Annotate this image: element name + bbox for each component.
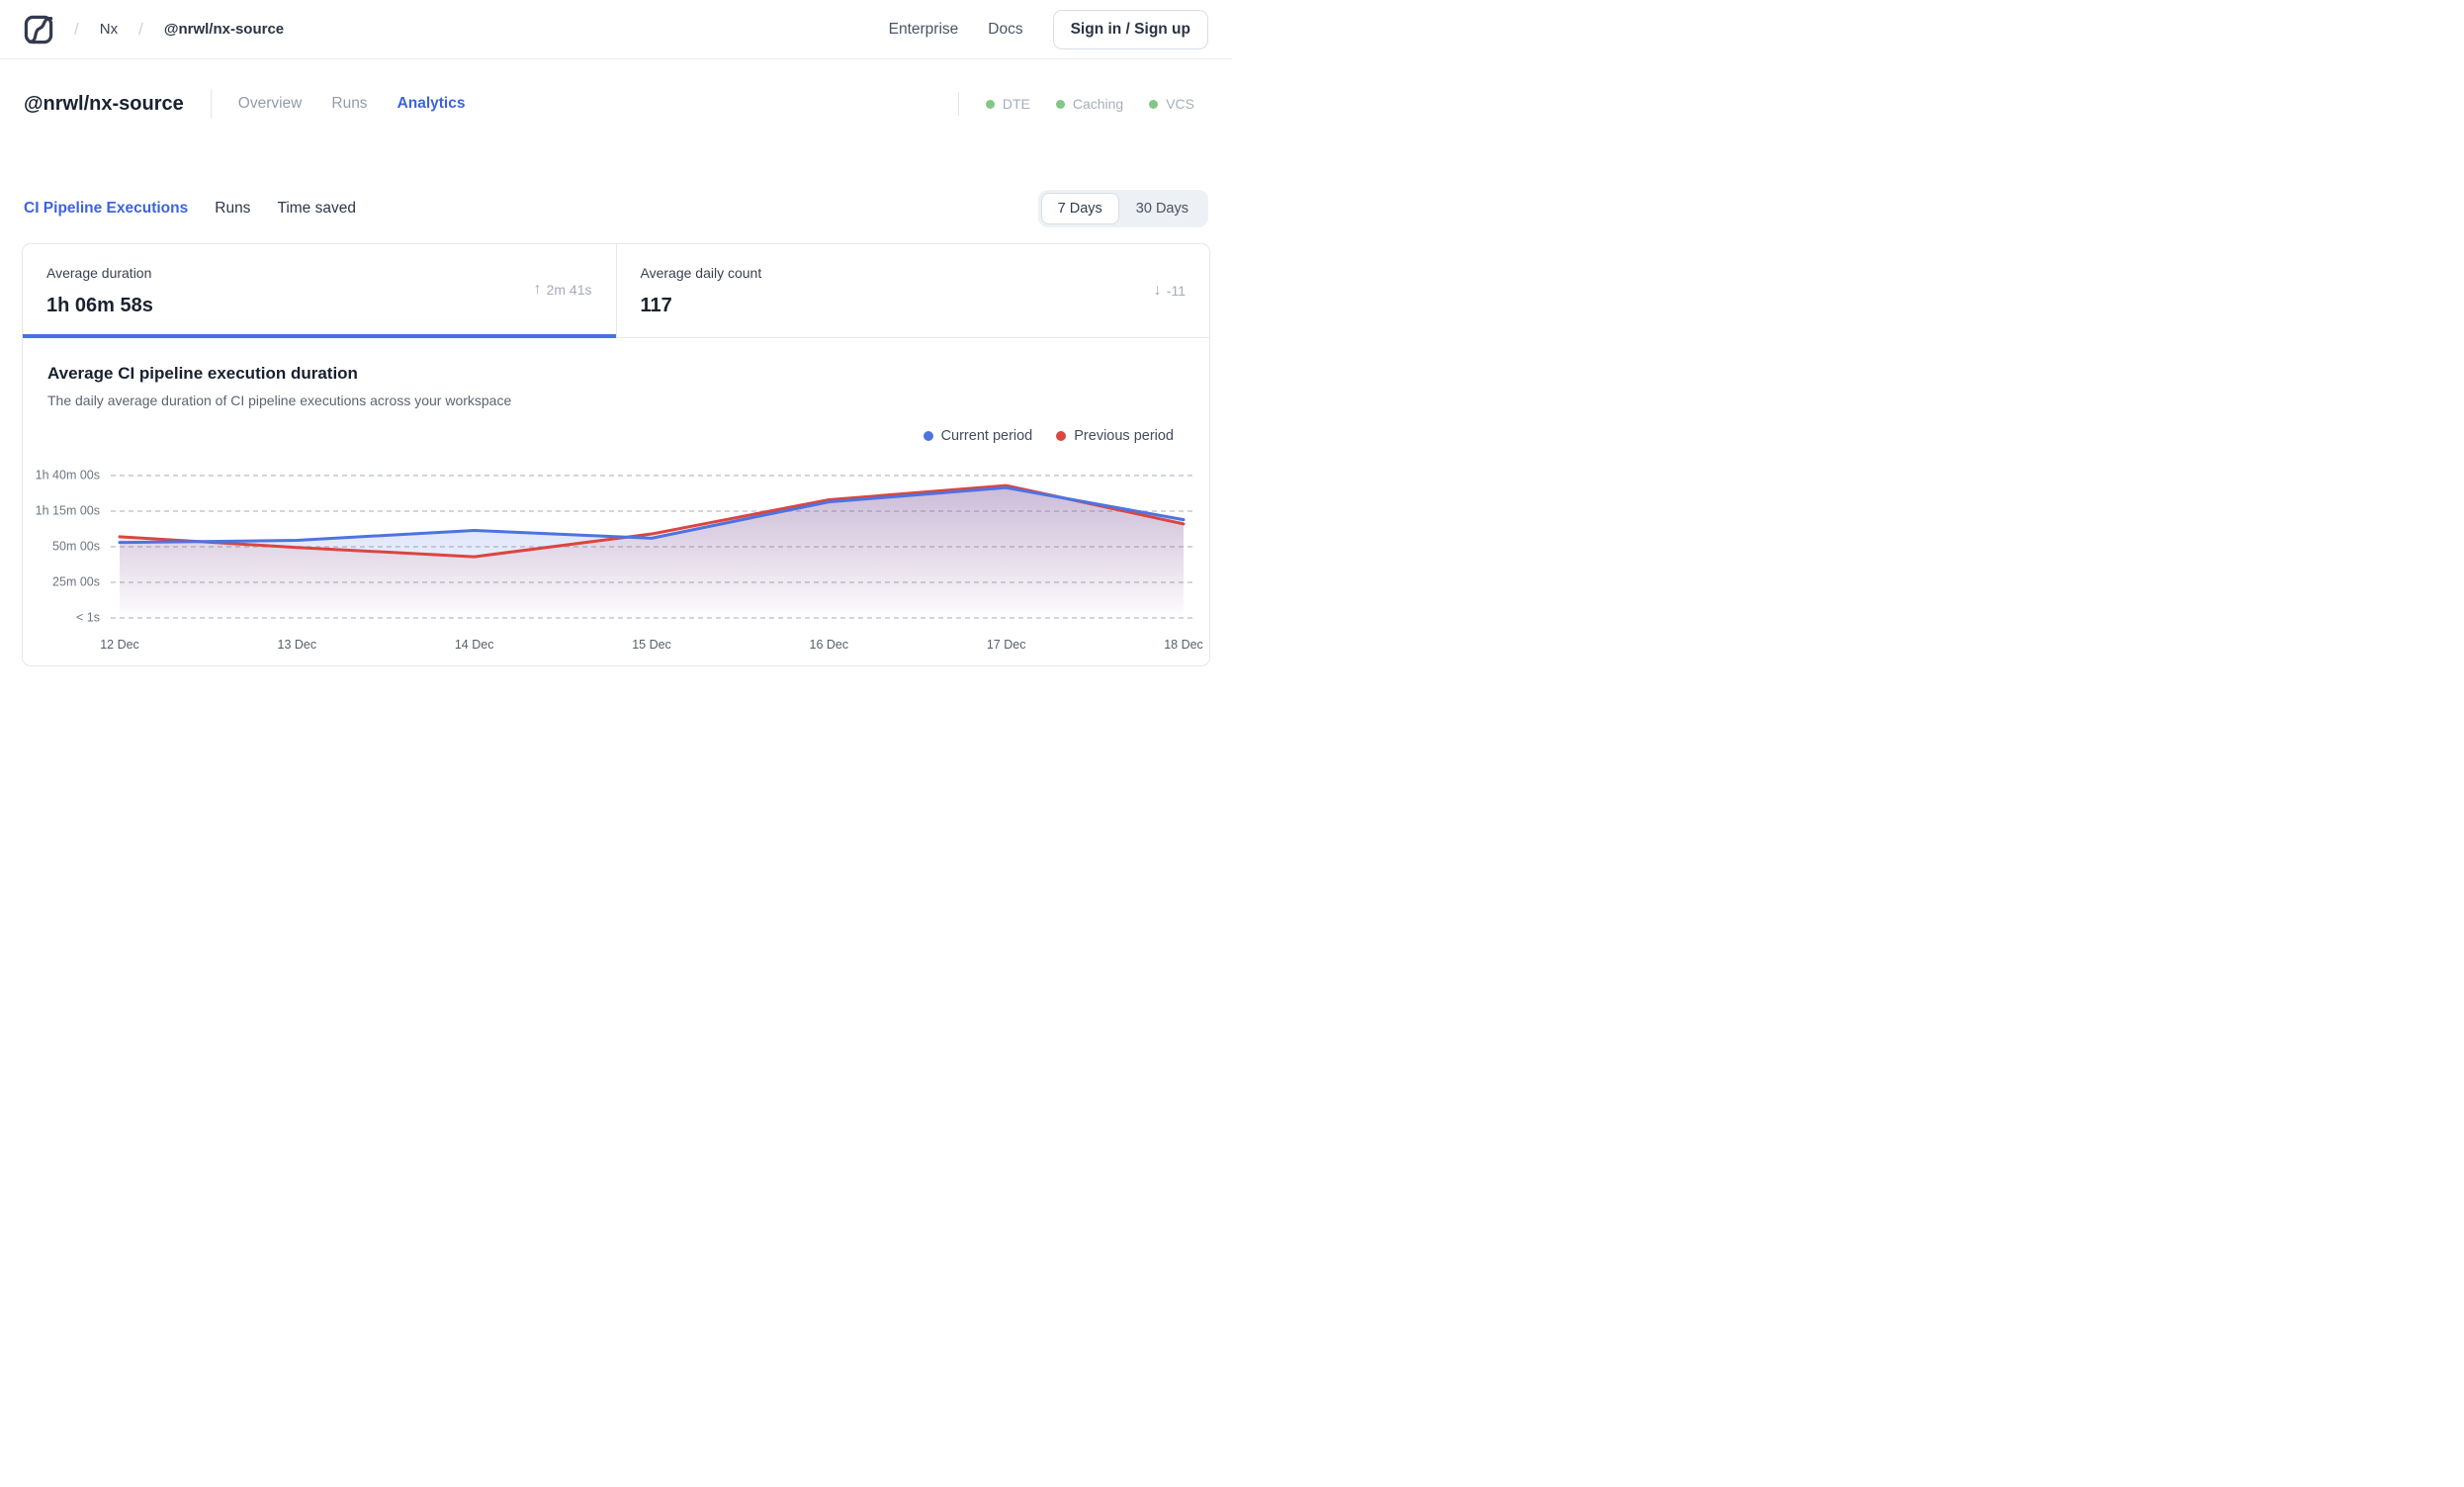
- tab-ci-pipeline-executions[interactable]: CI Pipeline Executions: [24, 200, 188, 218]
- status-label: Caching: [1072, 96, 1124, 112]
- legend-label: Current period: [940, 428, 1033, 444]
- line-chart: Current period Previous period 1h 40m 00…: [23, 410, 1209, 665]
- arrow-up-icon: ↑: [533, 280, 542, 298]
- arrow-down-icon: ↓: [1153, 282, 1162, 299]
- status-dot-icon: [985, 99, 995, 109]
- legend-previous-period[interactable]: Previous period: [1056, 428, 1174, 444]
- stat-card-average-duration[interactable]: Average duration 1h 06m 58s ↑ 2m 41s: [23, 244, 616, 338]
- series-area: [120, 487, 1184, 618]
- breadcrumb-separator: /: [74, 19, 79, 39]
- tab-analytics-runs[interactable]: Runs: [215, 200, 250, 218]
- sign-in-button[interactable]: Sign in / Sign up: [1052, 9, 1208, 49]
- nx-cloud-logo-icon[interactable]: [24, 15, 53, 44]
- breadcrumb-org[interactable]: Nx: [100, 21, 118, 38]
- legend-dot-icon: [1056, 431, 1067, 441]
- toggle-7-days[interactable]: 7 Days: [1040, 193, 1119, 224]
- tab-runs[interactable]: Runs: [331, 95, 367, 113]
- stat-title: Average daily count: [640, 265, 762, 281]
- status-dot-icon: [1055, 99, 1065, 109]
- chart-title: Average CI pipeline execution duration: [47, 364, 358, 383]
- analytics-panel: Average duration 1h 06m 58s ↑ 2m 41s Ave…: [22, 243, 1210, 666]
- x-axis-tick-label: 15 Dec: [632, 638, 671, 652]
- status-vcs: VCS: [1149, 96, 1194, 112]
- legend-current-period[interactable]: Current period: [923, 428, 1033, 444]
- page-title: @nrwl/nx-source: [24, 92, 184, 115]
- chart-subtitle: The daily average duration of CI pipelin…: [47, 393, 512, 408]
- chart-legend: Current period Previous period: [923, 428, 1174, 444]
- tab-analytics[interactable]: Analytics: [397, 95, 466, 113]
- x-axis-tick-label: 18 Dec: [1164, 638, 1203, 652]
- status-label: DTE: [1002, 96, 1030, 112]
- legend-label: Previous period: [1074, 428, 1174, 444]
- analytics-tab-row: CI Pipeline Executions Runs Time saved 7…: [0, 190, 1232, 227]
- workspace-nav: Overview Runs Analytics: [238, 95, 466, 113]
- tab-overview[interactable]: Overview: [238, 95, 303, 113]
- navbar-links: Enterprise Docs Sign in / Sign up: [889, 9, 1208, 49]
- divider: [957, 92, 959, 116]
- top-navbar: / Nx / @nrwl/nx-source Enterprise Docs S…: [0, 0, 1232, 59]
- analytics-tabs: CI Pipeline Executions Runs Time saved: [24, 200, 356, 218]
- stat-delta-value: -11: [1166, 283, 1186, 299]
- divider: [210, 89, 212, 119]
- stat-cards-row: Average duration 1h 06m 58s ↑ 2m 41s Ave…: [23, 244, 1209, 338]
- status-label: VCS: [1166, 96, 1194, 112]
- docs-link[interactable]: Docs: [988, 21, 1022, 39]
- workspace-status: DTE Caching VCS: [957, 92, 1208, 116]
- stat-delta: ↓ -11: [1154, 282, 1186, 300]
- legend-dot-icon: [923, 431, 933, 441]
- breadcrumb-workspace[interactable]: @nrwl/nx-source: [164, 21, 284, 38]
- toggle-30-days[interactable]: 30 Days: [1119, 193, 1205, 224]
- stat-card-average-daily-count[interactable]: Average daily count 117 ↓ -11: [615, 244, 1209, 338]
- x-axis-tick-label: 14 Dec: [454, 638, 494, 652]
- x-axis-tick-label: 17 Dec: [986, 638, 1026, 652]
- tab-time-saved[interactable]: Time saved: [277, 200, 356, 218]
- period-toggle: 7 Days 30 Days: [1037, 190, 1208, 227]
- breadcrumb-separator: /: [138, 19, 143, 39]
- chart-plot-svg: [111, 475, 1195, 619]
- x-axis-tick-label: 16 Dec: [809, 638, 849, 652]
- status-dot-icon: [1149, 99, 1159, 109]
- stat-value: 1h 06m 58s: [46, 295, 153, 316]
- stat-delta-value: 2m 41s: [546, 281, 592, 298]
- status-caching: Caching: [1055, 96, 1124, 112]
- workspace-header: @nrwl/nx-source Overview Runs Analytics …: [0, 89, 1232, 119]
- chart-panel: Average CI pipeline execution duration T…: [23, 338, 1209, 665]
- stat-delta: ↑ 2m 41s: [534, 281, 592, 299]
- stat-value: 117: [640, 295, 672, 316]
- status-dte: DTE: [985, 96, 1030, 112]
- enterprise-link[interactable]: Enterprise: [889, 21, 959, 39]
- x-axis-tick-label: 13 Dec: [277, 638, 317, 652]
- x-axis-tick-label: 12 Dec: [100, 638, 139, 652]
- stat-title: Average duration: [46, 265, 152, 281]
